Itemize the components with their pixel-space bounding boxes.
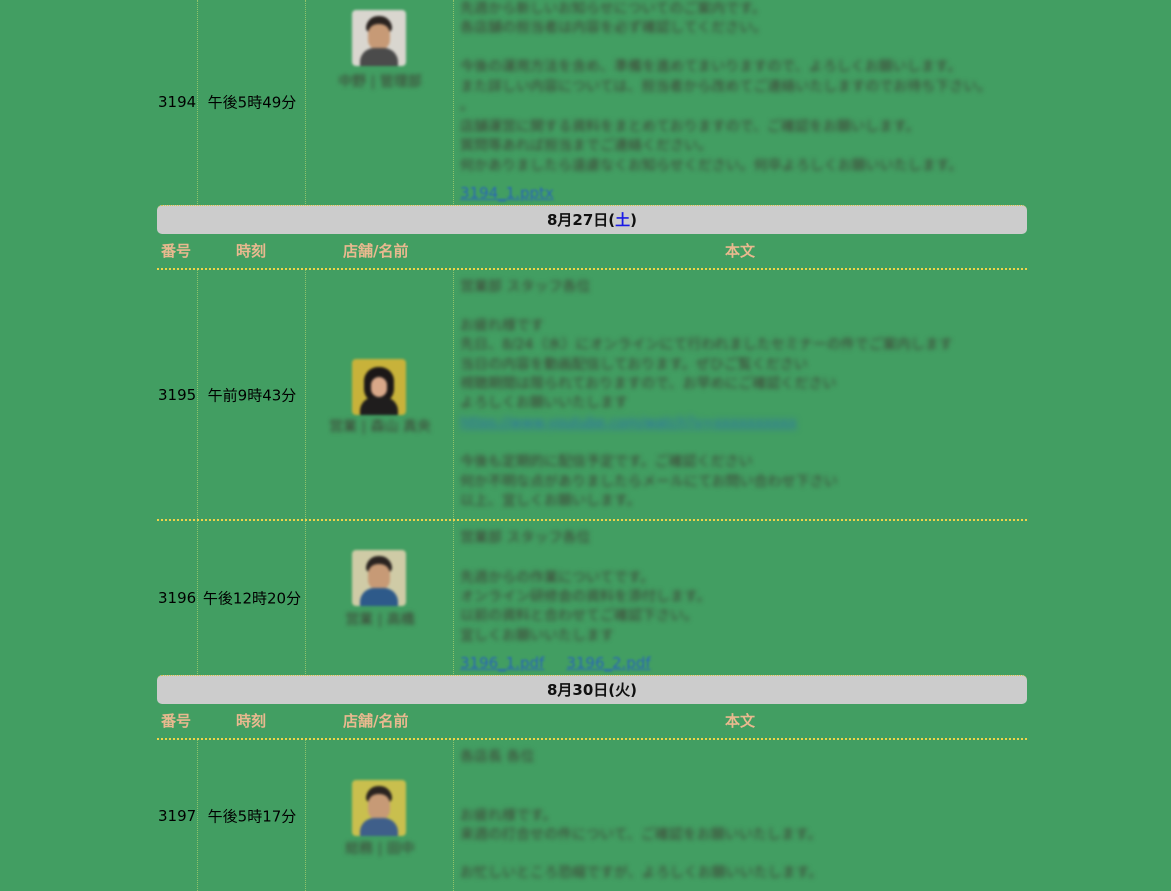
body-line: 先週からの作業についてです。 [460, 570, 655, 586]
date-close: ) [630, 211, 638, 229]
post-number: 3197 [158, 807, 197, 825]
user-avatar[interactable] [352, 10, 406, 66]
post-time: 午前9時43分 [207, 386, 297, 404]
weekday: 火 [615, 681, 631, 699]
post-number: 3196 [158, 588, 197, 607]
post-body: 先週から新しいお知らせについてのご案内です。 各店舗の担当者は内容を必ず確認して… [453, 0, 1027, 204]
post-3194: 3194 午後5時49分 中野 | 管理部 先週から新しいお知らせについてのご案… [157, 0, 1027, 204]
body-line: 質問等あれば担当までご連絡ください。 [460, 138, 712, 154]
header-number: 番号 [161, 242, 192, 260]
user-avatar[interactable] [352, 550, 406, 606]
post-body: 営業部 スタッフ各位 先週からの作業についてです。 オンライン研修会の資料を添付… [453, 521, 1027, 674]
user-name: 中野 | 管理部 [338, 74, 422, 90]
post-3196: 3196 午後12時20分 営業 | 高橋 営業部 スタッフ各位 先週からの作業… [157, 521, 1027, 674]
header-time: 時刻 [236, 712, 267, 730]
date-text: 8月30日( [546, 681, 616, 699]
attachments: 3196_1.pdf 3196_2.pdf [460, 654, 673, 672]
body-line: お疲れ様です。 [460, 808, 557, 824]
body-line: 今後の運用方法を含め、準備を進めてまいりますので、よろしくお願いします。 [460, 59, 962, 75]
video-link[interactable]: https://www.youtube.com/watch?v=xxxxxxxx… [460, 415, 797, 431]
attachment-link[interactable]: 3194_1.pptx [460, 184, 554, 202]
body-line: 来週の打合せの件について、ご確認をお願いいたします。 [460, 827, 822, 843]
body-line: 店舗運営に関する資料をまとめておりますので、ご確認をお願いします。 [460, 119, 920, 135]
header-body: 本文 [725, 242, 756, 260]
post-body: 営業部 スタッフ各位 お疲れ様です 先日、8/24（水）にオンラインにて行われま… [453, 270, 1027, 519]
header-name: 店舗/名前 [343, 242, 409, 260]
column-header: 番号 時刻 店舗/名前 本文 [157, 234, 1027, 270]
user-name: 営業 | 森山 真央 [328, 419, 432, 435]
weekday: 土 [615, 211, 631, 229]
body-line: オンライン研修会の資料を添付します。 [460, 589, 711, 605]
body-line: 何か不明な点がありましたらメールにてお問い合わせ下さい [460, 474, 838, 490]
body-line: また詳しい内容については、担当者から改めてご連絡いたしますのでお待ち下さい。 [460, 79, 992, 95]
body-line: 各店舗の担当者は内容を必ず確認してください。 [460, 20, 768, 36]
header-number: 番号 [161, 712, 192, 730]
body-line: お忙しいところ恐縮ですが、よろしくお願いいたします。 [460, 865, 823, 881]
post-3197: 3197 午後5時17分 総務 | 田中 各店長 各位 お疲れ様です。 来週の打… [157, 740, 1027, 891]
post-time: 午後12時20分 [202, 589, 302, 607]
post-time: 午後5時49分 [207, 93, 297, 112]
user-name: 営業 | 高橋 [345, 612, 415, 628]
attachments: 3194_1.pptx [460, 184, 576, 202]
date-bar: 8月27日(土) [157, 205, 1027, 234]
post-time: 午後5時17分 [207, 807, 297, 826]
user-avatar[interactable] [352, 359, 406, 415]
body-line: 営業部 スタッフ各位 [460, 279, 591, 295]
body-line: お疲れ様です [460, 318, 544, 334]
post-body: 各店長 各位 お疲れ様です。 来週の打合せの件について、ご確認をお願いいたします… [453, 740, 1027, 891]
body-line: 以前の資料と合わせてご確認下さい。 [460, 608, 698, 624]
body-line: 以上、宜しくお願いします。 [460, 493, 641, 509]
date-bar: 8月30日(火) [157, 675, 1027, 704]
header-name: 店舗/名前 [343, 712, 409, 730]
user-name: 総務 | 田中 [345, 841, 415, 857]
user-avatar[interactable] [352, 780, 406, 836]
post-3195: 3195 午前9時43分 営業 | 森山 真央 営業部 スタッフ各位 お疲れ様で… [157, 270, 1027, 521]
body-line: 当日の内容を動画配信しております。ぜひご覧ください [460, 357, 808, 373]
post-number: 3195 [158, 385, 197, 404]
body-line: 視聴期間は限られておりますので、お早めにご確認ください [460, 376, 837, 392]
header-body: 本文 [725, 712, 756, 730]
body-line: 先日、8/24（水）にオンラインにて行われましたセミナーの件でご案内します [460, 337, 953, 353]
body-line: よろしくお願いいたします [460, 395, 628, 411]
date-close: ) [630, 681, 638, 699]
attachment-link[interactable]: 3196_1.pdf [460, 654, 544, 672]
body-line: 先週から新しいお知らせについてのご案内です。 [460, 1, 766, 17]
attachment-link[interactable]: 3196_2.pdf [566, 654, 650, 672]
body-line: 営業部 スタッフ各位 [460, 530, 591, 546]
header-time: 時刻 [236, 242, 267, 260]
post-number: 3194 [158, 93, 197, 111]
body-line: 今後も定期的に配信予定です。ご確認ください [460, 454, 753, 470]
body-line: 。 [460, 98, 474, 114]
column-header: 番号 時刻 店舗/名前 本文 [157, 704, 1027, 740]
body-line: 宜しくお願いいたします [460, 628, 614, 644]
body-line: 各店長 各位 [460, 749, 535, 765]
date-text: 8月27日( [546, 211, 616, 229]
body-line: 何かありましたら遠慮なくお知らせください。何卒よろしくお願いいたします。 [460, 158, 963, 174]
body-link-line: https://www.youtube.com/watch?v=xxxxxxxx… [460, 414, 797, 433]
